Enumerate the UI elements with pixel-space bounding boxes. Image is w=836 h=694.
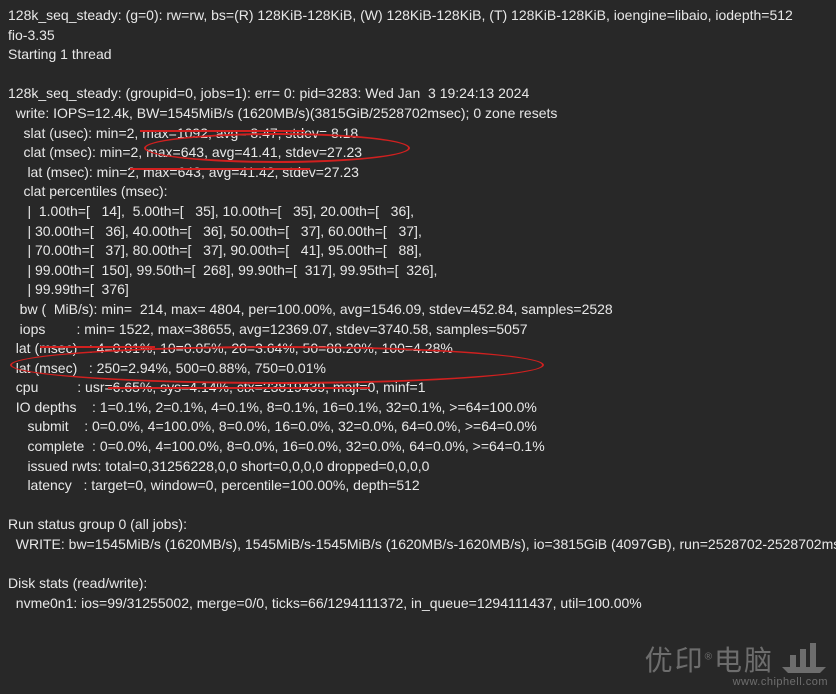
hdr-l3: Starting 1 thread [8,46,112,62]
pct-1: | 1.00th=[ 14], 5.00th=[ 35], 10.00th=[ … [8,203,414,219]
pct-3: | 70.00th=[ 37], 80.00th=[ 37], 90.00th=… [8,242,422,258]
pct-4: | 99.00th=[ 150], 99.50th=[ 268], 99.90t… [8,262,437,278]
watermark-brand: 优印®电脑 [645,647,774,675]
ship-icon [780,641,828,675]
complete: complete : 0=0.0%, 4=100.0%, 8=0.0%, 16=… [8,438,545,454]
hdr-l1: 128k_seq_steady: (g=0): rw=rw, bs=(R) 12… [8,7,793,23]
terminal-output: 128k_seq_steady: (g=0): rw=rw, bs=(R) 12… [0,0,836,619]
run-cpu: cpu : usr=6.65%, sys=4.14%, ctx=23819439… [8,379,426,395]
clat-pct-hdr: clat percentiles (msec): [8,183,168,199]
run-write: write: IOPS=12.4k, BW=1545MiB/s (1620MB/… [8,105,557,121]
watermark-url: www.chiphell.com [645,675,828,690]
issued: issued rwts: total=0,31256228,0,0 short=… [8,458,429,474]
hdr-l2: fio-3.35 [8,27,55,43]
latency: latency : target=0, window=0, percentile… [8,477,420,493]
disk-hdr: Disk stats (read/write): [8,575,147,591]
submit: submit : 0=0.0%, 4=100.0%, 8=0.0%, 16=0.… [8,418,537,434]
run-clat: clat (msec): min=2, max=643, avg=41.41, … [8,144,362,160]
run-lat: lat (msec): min=2, max=643, avg=41.42, s… [8,164,359,180]
pct-5: | 99.99th=[ 376] [8,281,129,297]
status-write: WRITE: bw=1545MiB/s (1620MB/s), 1545MiB/… [8,536,836,552]
disk-line: nvme0n1: ios=99/31255002, merge=0/0, tic… [8,595,642,611]
watermark: 优印®电脑 www.chiphell.com [645,641,828,690]
run-bw: bw ( MiB/s): min= 214, max= 4804, per=10… [8,301,613,317]
run-slat: slat (usec): min=2, max=1092, avg= 8.47,… [8,125,358,141]
pct-2: | 30.00th=[ 36], 40.00th=[ 36], 50.00th=… [8,223,422,239]
lat-2: lat (msec) : 250=2.94%, 500=0.88%, 750=0… [8,360,326,376]
run-iops: iops : min= 1522, max=38655, avg=12369.0… [8,321,528,337]
io-depths: IO depths : 1=0.1%, 2=0.1%, 4=0.1%, 8=0.… [8,399,537,415]
status-hdr: Run status group 0 (all jobs): [8,516,187,532]
lat-1: lat (msec) : 4=0.01%, 10=0.05%, 20=3.64%… [8,340,453,356]
run-title: 128k_seq_steady: (groupid=0, jobs=1): er… [8,85,529,101]
